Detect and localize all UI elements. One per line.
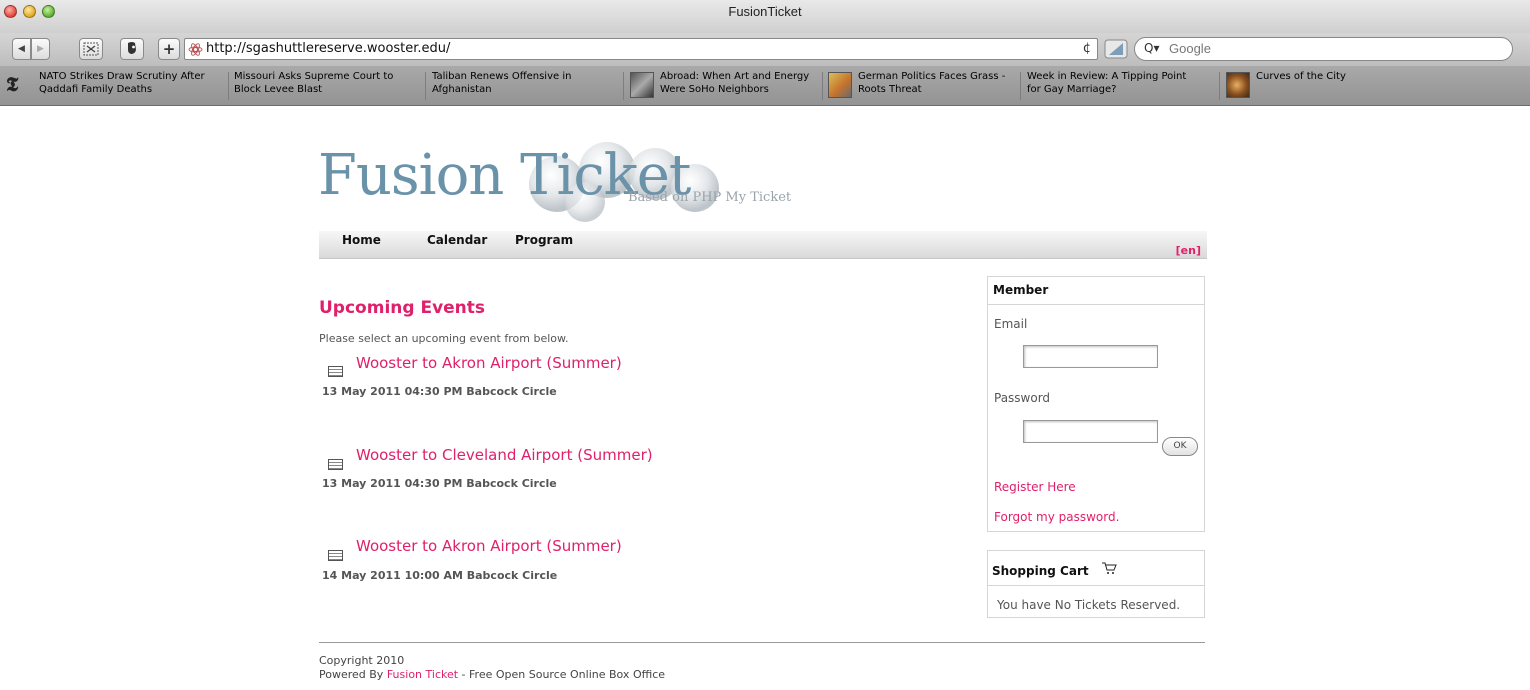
copyright: Copyright 2010 bbox=[319, 654, 405, 667]
reload-icon[interactable]: ¢ bbox=[1083, 41, 1091, 56]
bookmark-item[interactable]: Abroad: When Art and Energy Were SoHo Nei… bbox=[660, 70, 809, 96]
powered-prefix: Powered By bbox=[319, 668, 387, 681]
evernote-icon bbox=[128, 42, 136, 54]
password-field[interactable] bbox=[1023, 420, 1158, 443]
bookmark-item[interactable]: NATO Strikes Draw Scrutiny After Qaddafi … bbox=[39, 70, 205, 96]
powered-by: Powered By Fusion Ticket - Free Open Sou… bbox=[319, 668, 665, 681]
bookmark-separator bbox=[425, 72, 426, 100]
rss-button[interactable] bbox=[1104, 39, 1128, 59]
language-selector[interactable]: [en] bbox=[1176, 244, 1201, 257]
site-favicon-icon bbox=[188, 43, 203, 56]
bookmarks-bar: 𝕿 NATO Strikes Draw Scrutiny After Qaddaf… bbox=[0, 66, 1530, 106]
event-details: 13 May 2011 04:30 PM Babcock Circle bbox=[322, 385, 557, 398]
bookmark-separator bbox=[822, 72, 823, 100]
intro-text: Please select an upcoming event from bel… bbox=[319, 332, 569, 345]
email-field[interactable] bbox=[1023, 345, 1158, 368]
browser-toolbar: ◀ ▶ + http://sgashuttlereserve.wooster.e… bbox=[0, 33, 1530, 66]
member-heading: Member bbox=[988, 277, 1204, 305]
event-details: 13 May 2011 04:30 PM Babcock Circle bbox=[322, 477, 557, 490]
site-tagline: Based on PHP My Ticket bbox=[628, 190, 792, 205]
forward-button[interactable]: ▶ bbox=[31, 38, 50, 60]
login-ok-button[interactable]: OK bbox=[1162, 437, 1198, 456]
cart-heading-row[interactable]: Shopping Cart bbox=[988, 551, 1204, 586]
bookmark-item[interactable]: Taliban Renews Offensive in Afghanistan bbox=[432, 70, 571, 96]
plus-icon: + bbox=[162, 40, 176, 58]
url-text: http://sgashuttlereserve.wooster.edu/ bbox=[206, 41, 451, 56]
search-field[interactable]: Q▾ Google bbox=[1134, 37, 1513, 61]
back-button[interactable]: ◀ bbox=[12, 38, 31, 60]
bookmark-thumbnail bbox=[1226, 72, 1250, 98]
powered-suffix: - Free Open Source Online Box Office bbox=[458, 668, 666, 681]
nyt-logo-icon[interactable]: 𝕿 bbox=[6, 72, 26, 98]
shopping-cart-box: Shopping Cart You have No Tickets Reserv… bbox=[987, 550, 1205, 618]
bookmark-separator bbox=[228, 72, 229, 100]
nav-calendar[interactable]: Calendar bbox=[427, 233, 487, 247]
bookmark-item[interactable]: Missouri Asks Supreme Court to Block Leve… bbox=[234, 70, 393, 96]
fusion-ticket-link[interactable]: Fusion Ticket bbox=[387, 668, 458, 681]
shopping-cart-icon bbox=[1101, 561, 1117, 579]
footer-divider bbox=[319, 642, 1205, 643]
event-link[interactable]: Wooster to Akron Airport (Summer) bbox=[356, 537, 622, 555]
member-login-box: Member Email Password OK Register Here F… bbox=[987, 276, 1205, 532]
page-title: Upcoming Events bbox=[319, 298, 486, 318]
event-link[interactable]: Wooster to Cleveland Airport (Summer) bbox=[356, 446, 653, 464]
bookmark-thumbnail bbox=[630, 72, 654, 98]
forgot-password-link[interactable]: Forgot my password. bbox=[994, 510, 1119, 524]
bookmark-item[interactable]: Curves of the City bbox=[1256, 70, 1346, 83]
nav-home[interactable]: Home bbox=[342, 233, 381, 247]
ticket-icon bbox=[328, 459, 343, 470]
ticket-icon bbox=[328, 366, 343, 377]
bookmark-separator bbox=[623, 72, 624, 100]
ticket-icon bbox=[328, 550, 343, 561]
search-icon[interactable]: Q▾ bbox=[1144, 41, 1159, 55]
register-link[interactable]: Register Here bbox=[994, 480, 1076, 494]
address-bar[interactable]: http://sgashuttlereserve.wooster.edu/ ¢ bbox=[184, 38, 1098, 60]
add-bookmark-button[interactable]: + bbox=[158, 38, 180, 60]
bookmark-item[interactable]: Week in Review: A Tipping Point for Gay M… bbox=[1027, 70, 1186, 96]
email-label: Email bbox=[994, 317, 1028, 331]
cart-heading: Shopping Cart bbox=[992, 564, 1089, 578]
site-nav: Home Calendar Program [en] bbox=[319, 231, 1207, 259]
screenshot-button[interactable] bbox=[79, 38, 103, 60]
rss-icon bbox=[1104, 39, 1128, 59]
bookmark-item[interactable]: German Politics Faces Grass - Roots Threa… bbox=[858, 70, 1005, 96]
evernote-button[interactable] bbox=[120, 38, 144, 60]
nav-program[interactable]: Program bbox=[515, 233, 573, 247]
password-label: Password bbox=[994, 391, 1051, 405]
bookmark-thumbnail bbox=[828, 72, 852, 98]
event-link[interactable]: Wooster to Akron Airport (Summer) bbox=[356, 354, 622, 372]
scissors-icon bbox=[83, 42, 99, 56]
cart-status: You have No Tickets Reserved. bbox=[997, 598, 1181, 612]
bookmark-separator bbox=[1020, 72, 1021, 100]
search-placeholder: Google bbox=[1169, 41, 1211, 56]
bookmark-separator bbox=[1219, 72, 1220, 100]
window-titlebar: FusionTicket bbox=[0, 0, 1530, 33]
back-arrow-icon: ◀ bbox=[18, 44, 25, 54]
window-title: FusionTicket bbox=[728, 4, 802, 19]
event-details: 14 May 2011 10:00 AM Babcock Circle bbox=[322, 569, 558, 582]
forward-arrow-icon: ▶ bbox=[37, 44, 44, 54]
